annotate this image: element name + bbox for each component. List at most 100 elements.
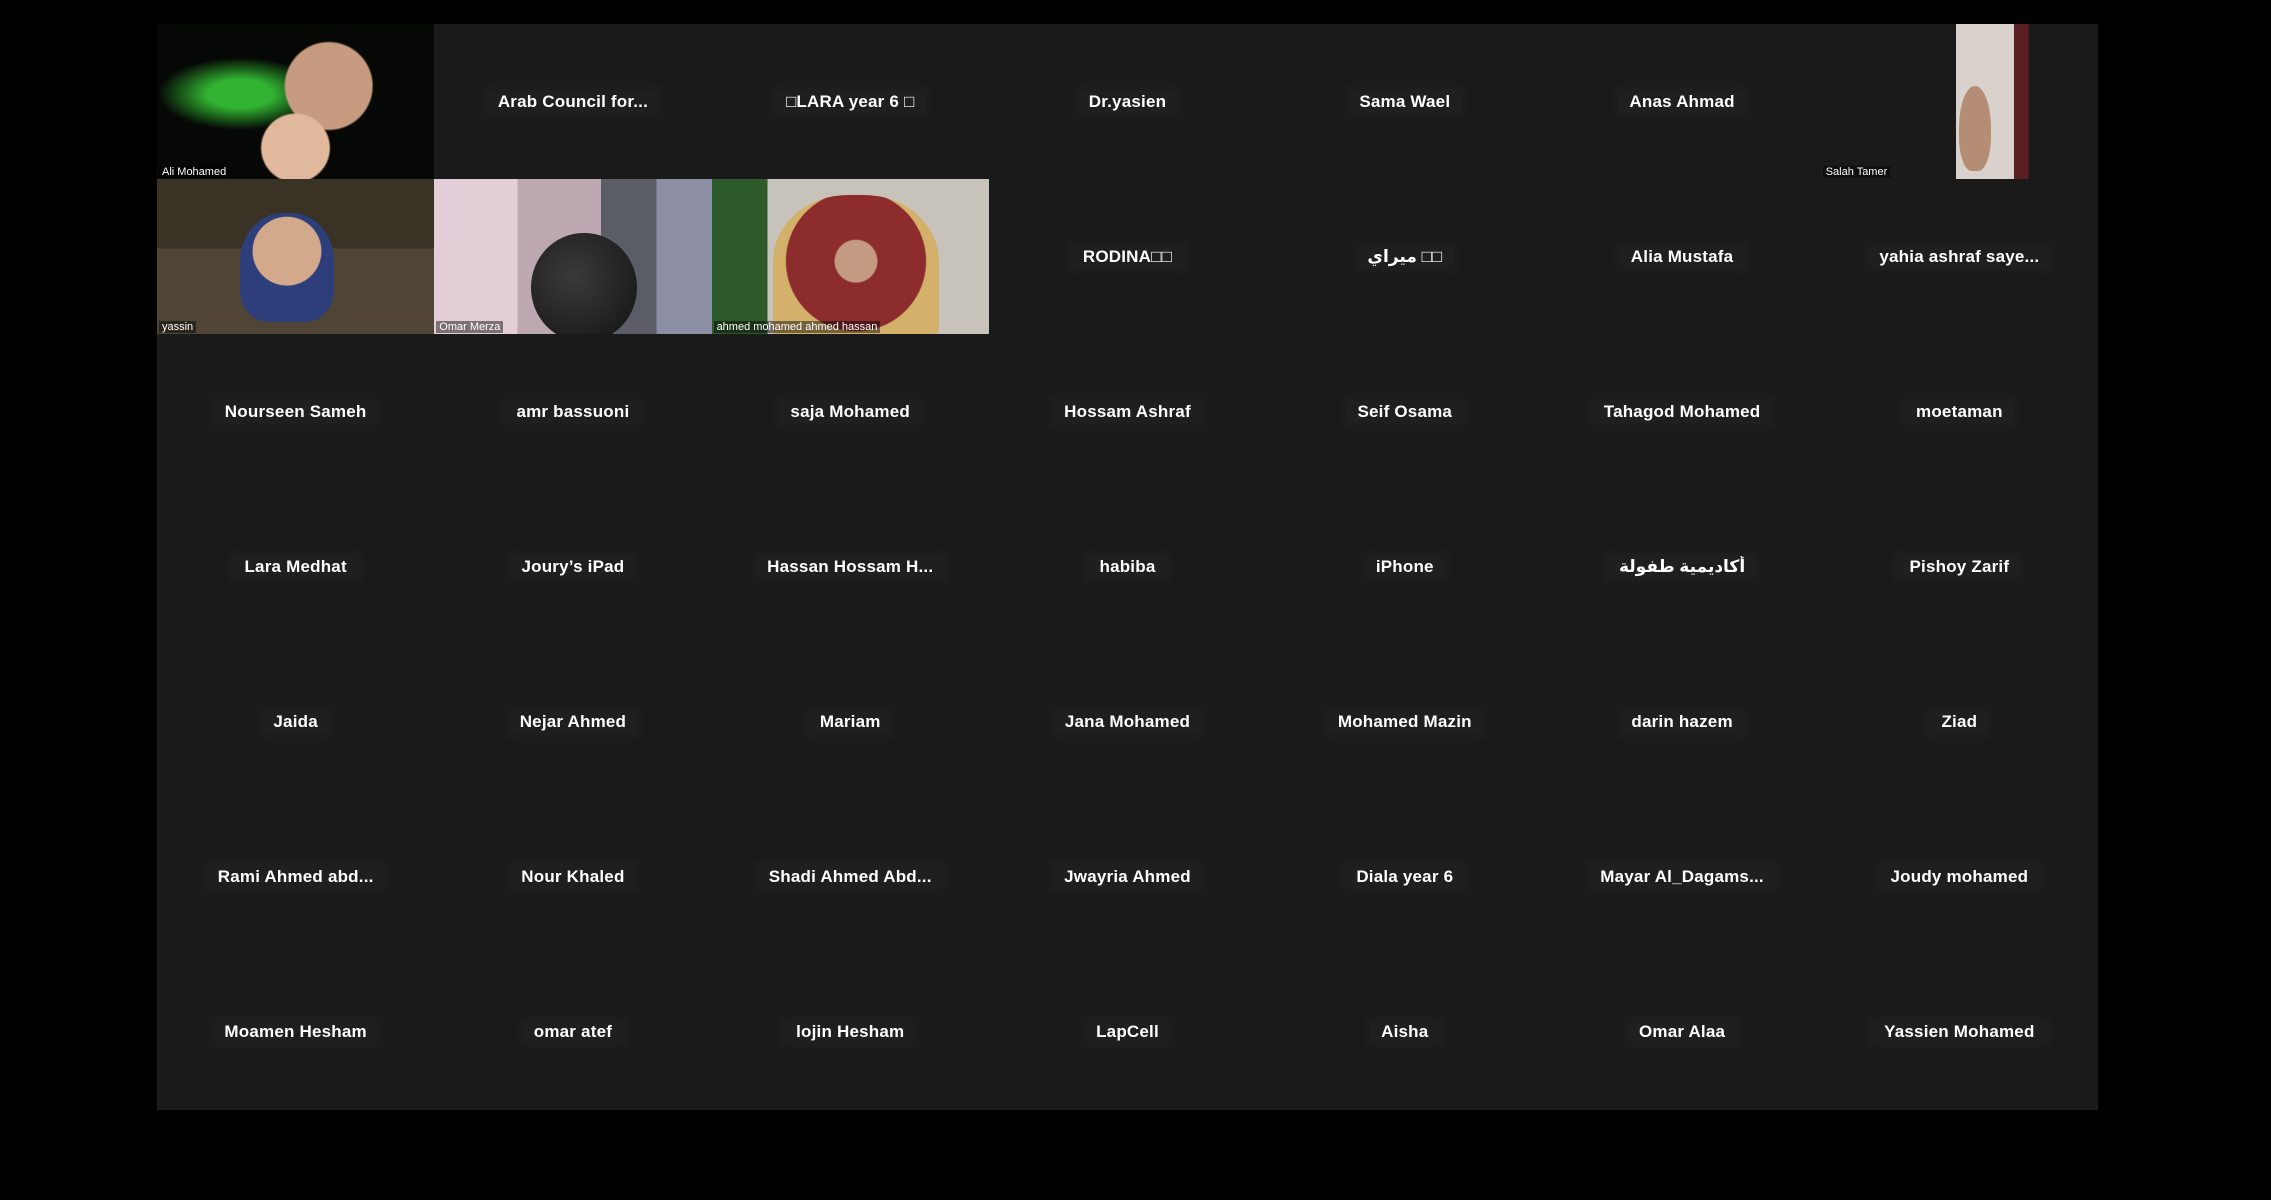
- participant-name-label: Salah Tamer: [1822, 166, 1891, 179]
- video-face: [531, 233, 637, 335]
- participant-tile[interactable]: Mayar Al_Dagams...: [1543, 799, 1821, 955]
- participant-tile[interactable]: Hassan Hossam H...: [711, 489, 989, 645]
- participant-tile[interactable]: Sama Wael: [1266, 24, 1544, 180]
- participant-tile[interactable]: Jaida: [157, 644, 435, 800]
- participant-tile-video[interactable]: yassin: [157, 179, 435, 335]
- participant-tile[interactable]: Hossam Ashraf: [988, 334, 1267, 490]
- participant-tile[interactable]: Jwayria Ahmed: [988, 799, 1267, 955]
- participant-tile[interactable]: iPhone: [1266, 489, 1544, 645]
- participant-tile[interactable]: saja Mohamed: [711, 334, 989, 490]
- participant-video-feed: [157, 24, 435, 180]
- participant-tile[interactable]: Joudy mohamed: [1820, 799, 2098, 955]
- participant-name: Lara Medhat: [234, 555, 357, 578]
- participant-name: Hassan Hossam H...: [757, 555, 944, 578]
- participant-tile[interactable]: Nejar Ahmed: [434, 644, 712, 800]
- participant-name: Nour Khaled: [511, 866, 635, 889]
- participant-tile-video[interactable]: Ali Mohamed: [157, 24, 435, 180]
- participant-name: Arab Council for...: [487, 90, 659, 113]
- participant-tile[interactable]: Joury’s iPad: [434, 489, 712, 645]
- participant-name: Joudy mohamed: [1880, 866, 2039, 889]
- participant-name: Nejar Ahmed: [509, 711, 637, 734]
- participant-tile[interactable]: □LARA year 6 □: [711, 24, 989, 180]
- participant-video-feed: [1898, 24, 2043, 180]
- participant-name: Nourseen Sameh: [214, 400, 377, 423]
- participant-name-label: Omar Merza: [436, 321, 504, 334]
- participant-name: amr bassuoni: [506, 400, 640, 423]
- participant-name: Jana Mohamed: [1054, 711, 1201, 734]
- participant-name: LapCell: [1086, 1021, 1169, 1044]
- participant-tile-video[interactable]: Omar Merza: [434, 179, 712, 335]
- participant-name: Sama Wael: [1349, 90, 1461, 113]
- participant-tile[interactable]: Jana Mohamed: [988, 644, 1267, 800]
- participant-name: Jwayria Ahmed: [1054, 866, 1201, 889]
- participant-tile[interactable]: omar atef: [434, 954, 712, 1110]
- participant-tile[interactable]: Aisha: [1266, 954, 1544, 1110]
- participant-name: Joury’s iPad: [511, 555, 635, 578]
- participant-tile[interactable]: habiba: [988, 489, 1267, 645]
- participant-tile[interactable]: Mohamed Mazin: [1266, 644, 1544, 800]
- participant-tile[interactable]: Rami Ahmed abd...: [157, 799, 435, 955]
- participant-tile[interactable]: darin hazem: [1543, 644, 1821, 800]
- participant-tile[interactable]: Nour Khaled: [434, 799, 712, 955]
- participant-name: Mohamed Mazin: [1327, 711, 1482, 734]
- participant-tile[interactable]: Diala year 6: [1266, 799, 1544, 955]
- participant-tile[interactable]: lojin Hesham: [711, 954, 989, 1110]
- participant-name: Moamen Hesham: [214, 1021, 377, 1044]
- participant-tile[interactable]: Anas Ahmad: [1543, 24, 1821, 180]
- participant-tile[interactable]: Mariam: [711, 644, 989, 800]
- participant-tile[interactable]: yahia ashraf saye...: [1820, 179, 2098, 335]
- participant-name: Shadi Ahmed Abd...: [758, 866, 942, 889]
- participant-tile[interactable]: ميراي □□: [1266, 179, 1544, 335]
- video-face: [1958, 86, 1991, 172]
- participant-tile[interactable]: Nourseen Sameh: [157, 334, 435, 490]
- participant-tile[interactable]: Ziad: [1820, 644, 2098, 800]
- participant-name: Mariam: [809, 711, 891, 734]
- participant-name: Yassien Mohamed: [1874, 1021, 2045, 1044]
- participant-name-label: Ali Mohamed: [159, 166, 230, 179]
- participant-name: Omar Alaa: [1628, 1021, 1736, 1044]
- participant-tile[interactable]: Lara Medhat: [157, 489, 435, 645]
- participant-tile[interactable]: Arab Council for...: [434, 24, 712, 180]
- video-face: [240, 213, 335, 322]
- participant-name: Dr.yasien: [1078, 90, 1177, 113]
- participant-tile[interactable]: RODINA□□: [988, 179, 1267, 335]
- participant-tile[interactable]: LapCell: [988, 954, 1267, 1110]
- video-face: [772, 194, 939, 335]
- participant-name: Anas Ahmad: [1619, 90, 1745, 113]
- participant-tile[interactable]: Moamen Hesham: [157, 954, 435, 1110]
- participant-tile[interactable]: amr bassuoni: [434, 334, 712, 490]
- participant-name: Aisha: [1371, 1021, 1439, 1044]
- participant-name: yahia ashraf saye...: [1869, 245, 2050, 268]
- participant-name: saja Mohamed: [780, 400, 920, 423]
- participant-tile[interactable]: Alia Mustafa: [1543, 179, 1821, 335]
- participant-name: Pishoy Zarif: [1899, 555, 2020, 578]
- participant-name: Alia Mustafa: [1620, 245, 1744, 268]
- participant-tile[interactable]: Shadi Ahmed Abd...: [711, 799, 989, 955]
- participant-name-label: ahmed mohamed ahmed hassan: [713, 321, 881, 334]
- participant-tile[interactable]: Seif Osama: [1266, 334, 1544, 490]
- participant-tile[interactable]: moetaman: [1820, 334, 2098, 490]
- participant-name: RODINA□□: [1072, 245, 1183, 268]
- gallery-view: Ali Mohamed Arab Council for... □LARA ye…: [157, 24, 2098, 1110]
- participant-name: Rami Ahmed abd...: [207, 866, 384, 889]
- participant-name-label: yassin: [159, 321, 197, 334]
- participant-name: Jaida: [263, 711, 328, 734]
- participant-tile[interactable]: Dr.yasien: [988, 24, 1267, 180]
- participant-name: darin hazem: [1621, 711, 1743, 734]
- participant-name: Seif Osama: [1347, 400, 1463, 423]
- participant-tile[interactable]: أكاديمية طفولة: [1543, 489, 1821, 645]
- participant-name: Diala year 6: [1346, 866, 1464, 889]
- participant-tile[interactable]: Tahagod Mohamed: [1543, 334, 1821, 490]
- participant-tile-video[interactable]: ahmed mohamed ahmed hassan: [711, 179, 989, 335]
- participant-name: أكاديمية طفولة: [1608, 555, 1756, 578]
- participant-tile[interactable]: Omar Alaa: [1543, 954, 1821, 1110]
- participant-name: habiba: [1089, 555, 1166, 578]
- participant-tile-video[interactable]: Salah Tamer: [1820, 24, 2098, 180]
- participant-name: omar atef: [523, 1021, 623, 1044]
- participant-tile[interactable]: Yassien Mohamed: [1820, 954, 2098, 1110]
- participant-name: Ziad: [1931, 711, 1988, 734]
- participant-name: ميراي □□: [1357, 245, 1453, 268]
- participant-tile[interactable]: Pishoy Zarif: [1820, 489, 2098, 645]
- participant-name: iPhone: [1365, 555, 1444, 578]
- participant-name: Hossam Ashraf: [1054, 400, 1201, 423]
